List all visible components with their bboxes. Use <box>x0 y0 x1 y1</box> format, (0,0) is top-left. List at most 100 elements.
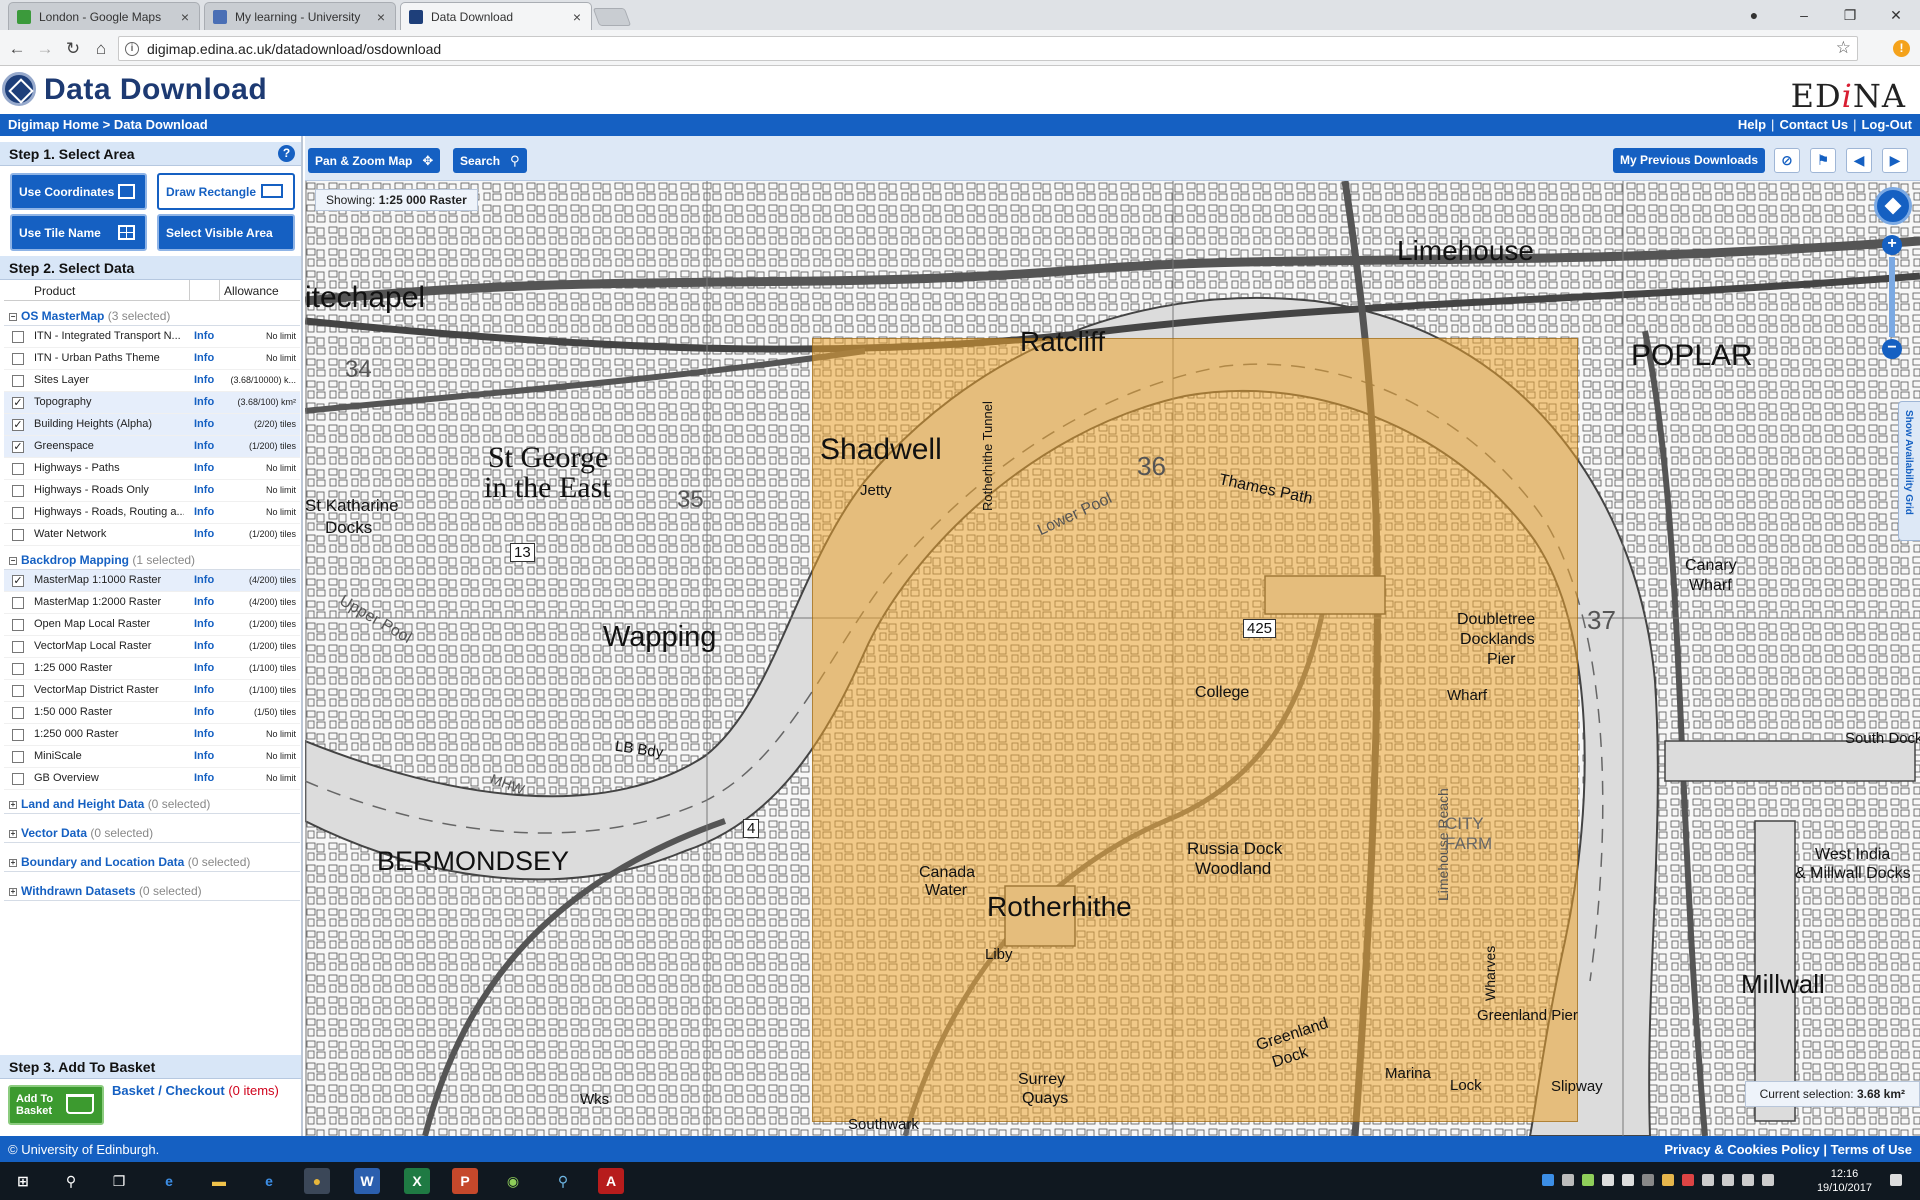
product-info-link[interactable]: Info <box>194 330 214 342</box>
powerpoint-icon[interactable]: P <box>452 1168 478 1194</box>
tray-icon[interactable] <box>1602 1174 1614 1186</box>
profile-icon[interactable]: ● <box>1734 4 1774 26</box>
product-checkbox[interactable] <box>12 485 24 497</box>
close-window-button[interactable]: ✕ <box>1876 4 1916 26</box>
product-info-link[interactable]: Info <box>194 574 214 586</box>
browser-tab-google-maps[interactable]: London - Google Maps × <box>8 2 200 30</box>
product-checkbox[interactable] <box>12 463 24 475</box>
product-row[interactable]: Highways - Roads, Routing a... Info No lim… <box>4 502 300 524</box>
edina-logo[interactable]: EDiNA <box>1791 77 1906 115</box>
zoom-slider-track[interactable] <box>1889 257 1895 337</box>
product-row[interactable]: ITN - Urban Paths Theme Info No limit <box>4 348 300 370</box>
edge-browser-icon[interactable]: e <box>156 1168 182 1194</box>
product-info-link[interactable]: Info <box>194 528 214 540</box>
tray-icon[interactable] <box>1762 1174 1774 1186</box>
product-info-link[interactable]: Info <box>194 596 214 608</box>
product-row[interactable]: Water Network Info (1/200) tiles <box>4 524 300 546</box>
excel-icon[interactable]: X <box>404 1168 430 1194</box>
draw-rectangle-button[interactable]: Draw Rectangle <box>157 173 295 210</box>
task-view-icon[interactable]: ❐ <box>106 1168 132 1194</box>
product-row[interactable]: VectorMap Local Raster Info (1/200) tiles <box>4 636 300 658</box>
product-checkbox[interactable] <box>12 773 24 785</box>
search-app-icon[interactable]: ⚲ <box>550 1168 576 1194</box>
chrome-icon[interactable]: ● <box>304 1168 330 1194</box>
back-arrow-icon[interactable]: ← <box>6 38 28 60</box>
product-group-header[interactable]: + Boundary and Location Data (0 selected) <box>4 850 300 872</box>
windows-start-icon[interactable]: ⊞ <box>10 1168 36 1194</box>
reload-icon[interactable]: ↻ <box>62 38 84 60</box>
product-checkbox[interactable]: ✓ <box>12 441 24 453</box>
product-row[interactable]: GB Overview Info No limit <box>4 768 300 790</box>
tray-icon[interactable] <box>1542 1174 1554 1186</box>
product-checkbox[interactable] <box>12 641 24 653</box>
product-info-link[interactable]: Info <box>194 772 214 784</box>
product-checkbox[interactable] <box>12 619 24 631</box>
product-checkbox[interactable] <box>12 729 24 741</box>
expand-icon[interactable]: + <box>9 830 17 838</box>
privacy-link[interactable]: Privacy & Cookies Policy <box>1664 1142 1819 1157</box>
search-icon[interactable]: ⚲ <box>58 1168 84 1194</box>
close-tab-icon[interactable]: × <box>179 9 191 25</box>
product-info-link[interactable]: Info <box>194 484 214 496</box>
product-group-header[interactable]: + Land and Height Data (0 selected) <box>4 792 300 814</box>
digimap-logo-icon[interactable] <box>2 72 36 106</box>
tray-icon[interactable] <box>1562 1174 1574 1186</box>
tray-icon[interactable] <box>1622 1174 1634 1186</box>
product-row[interactable]: MiniScale Info No limit <box>4 746 300 768</box>
browser-alert-icon[interactable]: ! <box>1893 40 1910 57</box>
map-view[interactable]: itechapel Ratcliff Limehouse POPLAR Shad… <box>305 181 1920 1136</box>
restore-button[interactable]: ❐ <box>1830 4 1870 26</box>
product-checkbox[interactable] <box>12 375 24 387</box>
product-row[interactable]: ✓ Topography Info (3.68/100) km² <box>4 392 300 414</box>
tray-icon[interactable] <box>1682 1174 1694 1186</box>
tray-icon[interactable] <box>1702 1174 1714 1186</box>
file-explorer-icon[interactable]: ▬ <box>206 1168 232 1194</box>
measure-tool-icon[interactable]: ⚑ <box>1810 148 1836 173</box>
expand-icon[interactable]: + <box>9 859 17 867</box>
help-link[interactable]: Help <box>1738 117 1766 132</box>
product-info-link[interactable]: Info <box>194 662 214 674</box>
bookmark-star-icon[interactable]: ☆ <box>1836 38 1851 58</box>
product-checkbox[interactable] <box>12 507 24 519</box>
browser-tab-my-learning[interactable]: My learning - University × <box>204 2 396 30</box>
product-row[interactable]: VectorMap District Raster Info (1/100) til… <box>4 680 300 702</box>
product-checkbox[interactable]: ✓ <box>12 419 24 431</box>
notifications-icon[interactable] <box>1890 1174 1902 1186</box>
product-group-header[interactable]: + Vector Data (0 selected) <box>4 821 300 843</box>
minimize-button[interactable]: – <box>1784 4 1824 26</box>
tray-icon[interactable] <box>1582 1174 1594 1186</box>
collapse-icon[interactable]: − <box>9 557 17 565</box>
taskbar-clock[interactable]: 12:16 19/10/2017 <box>1817 1167 1872 1195</box>
basket-checkout-link[interactable]: Basket / Checkout (0 items) <box>112 1083 279 1098</box>
new-tab-button[interactable] <box>592 8 632 26</box>
product-info-link[interactable]: Info <box>194 640 214 652</box>
zoom-in-icon[interactable]: + <box>1882 235 1902 255</box>
product-checkbox[interactable] <box>12 685 24 697</box>
product-info-link[interactable]: Info <box>194 506 214 518</box>
select-visible-area-button[interactable]: Select Visible Area <box>157 214 295 251</box>
product-info-link[interactable]: Info <box>194 684 214 696</box>
pan-control-icon[interactable] <box>1874 187 1912 225</box>
product-row[interactable]: 1:250 000 Raster Info No limit <box>4 724 300 746</box>
expand-icon[interactable]: + <box>9 801 17 809</box>
map-app-icon[interactable]: ◉ <box>500 1168 526 1194</box>
use-coordinates-button[interactable]: Use Coordinates <box>10 173 147 210</box>
product-info-link[interactable]: Info <box>194 352 214 364</box>
acrobat-icon[interactable]: A <box>598 1168 624 1194</box>
product-row[interactable]: Open Map Local Raster Info (1/200) tiles <box>4 614 300 636</box>
product-group-header[interactable]: + Withdrawn Datasets (0 selected) <box>4 879 300 901</box>
product-checkbox[interactable] <box>12 751 24 763</box>
zoom-controls[interactable]: + − <box>1872 187 1914 367</box>
internet-explorer-icon[interactable]: e <box>256 1168 282 1194</box>
product-row[interactable]: ITN - Integrated Transport N... Info No li… <box>4 326 300 348</box>
tray-icon[interactable] <box>1642 1174 1654 1186</box>
terms-link[interactable]: Terms of Use <box>1831 1142 1912 1157</box>
product-checkbox[interactable] <box>12 663 24 675</box>
expand-icon[interactable]: + <box>9 888 17 896</box>
breadcrumb[interactable]: Digimap Home > Data Download <box>8 117 208 132</box>
product-group-header[interactable]: − Backdrop Mapping (1 selected) <box>4 548 300 570</box>
log-out-link[interactable]: Log-Out <box>1861 117 1912 132</box>
previous-downloads-button[interactable]: My Previous Downloads <box>1613 148 1766 173</box>
product-checkbox[interactable] <box>12 707 24 719</box>
add-to-basket-button[interactable]: Add To Basket <box>8 1085 104 1125</box>
